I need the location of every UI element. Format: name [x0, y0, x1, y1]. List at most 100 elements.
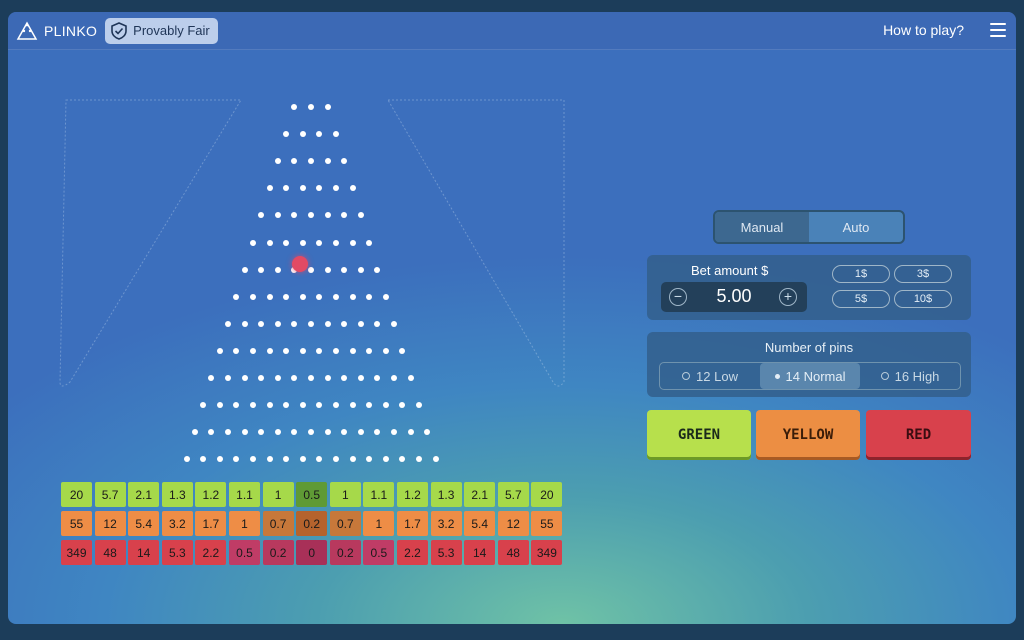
peg	[299, 185, 306, 192]
yellow-multiplier-cell: 1.7	[397, 511, 428, 536]
yellow-multiplier-cell: 0.7	[329, 511, 361, 536]
red-multiplier-cell: 0.5	[363, 540, 395, 565]
peg	[349, 239, 356, 246]
bet-amount-label: Bet amount $	[691, 263, 769, 278]
peg	[299, 456, 306, 463]
peg	[183, 456, 190, 463]
plus-icon[interactable]: +	[779, 288, 797, 306]
peg	[357, 375, 364, 381]
peg	[332, 239, 339, 246]
yellow-multiplier-cell: 55	[531, 511, 563, 536]
chip-10[interactable]: 10$	[894, 290, 952, 308]
peg	[382, 293, 389, 300]
green-multiplier-cell: 1.2	[397, 482, 428, 507]
tab-auto[interactable]: Auto	[809, 212, 903, 242]
red-risk-button[interactable]: RED	[866, 410, 971, 460]
pins-option-label: 12 Low	[696, 368, 738, 384]
peg	[357, 266, 364, 273]
peg	[357, 320, 364, 327]
peg	[316, 293, 323, 300]
peg	[324, 266, 331, 273]
green-risk-button[interactable]: GREEN	[647, 410, 751, 460]
yellow-risk-button[interactable]: YELLOW	[756, 410, 860, 460]
tab-manual[interactable]: Manual	[715, 212, 809, 242]
peg	[366, 347, 373, 354]
yellow-multiplier-cell: 0.7	[262, 511, 294, 536]
peg	[258, 320, 265, 327]
pins-option-16-high[interactable]: 16 High	[860, 363, 960, 389]
peg	[341, 266, 348, 273]
radio-icon	[880, 372, 889, 380]
peg	[299, 239, 306, 246]
peg	[249, 293, 256, 300]
peg	[324, 320, 331, 327]
peg	[249, 402, 256, 409]
peg	[308, 266, 314, 273]
peg	[324, 429, 331, 436]
green-multiplier-cell: 1.1	[229, 482, 260, 507]
yellow-multiplier-cell: 5.4	[128, 511, 160, 536]
pins-option-12-low[interactable]: 12 Low	[660, 363, 760, 389]
red-multiplier-cell: 14	[128, 540, 160, 565]
peg	[241, 320, 248, 327]
peg	[191, 429, 198, 436]
yellow-multiplier-cell: 1	[229, 511, 260, 536]
peg	[415, 402, 422, 409]
peg	[283, 239, 290, 246]
peg	[308, 375, 314, 381]
peg	[432, 456, 439, 463]
red-multiplier-cell: 2.2	[397, 540, 428, 565]
green-multiplier-cell: 5.7	[94, 482, 126, 507]
peg	[366, 293, 373, 300]
peg	[382, 402, 389, 409]
green-multiplier-cell: 1	[262, 482, 294, 507]
peg	[332, 293, 339, 300]
pins-option-14-normal[interactable]: 14 Normal	[760, 363, 860, 389]
peg	[249, 239, 256, 246]
peg	[382, 456, 389, 463]
green-multiplier-cell: 2.1	[464, 482, 496, 507]
green-multiplier-cell: 1.2	[195, 482, 227, 507]
green-multiplier-cell: 5.7	[497, 482, 529, 507]
green-multiplier-cell: 0.5	[296, 482, 328, 507]
peg	[225, 375, 231, 381]
peg	[216, 402, 223, 409]
peg	[241, 375, 248, 381]
green-multiplier-cell: 20	[531, 482, 563, 507]
peg	[299, 347, 306, 354]
pins-option-label: 14 Normal	[785, 368, 846, 384]
bet-amount-field[interactable]: − 5.00 +	[661, 282, 807, 312]
peg	[283, 347, 290, 354]
game-frame: PLINKO Provably Fair How to play? 20 5.7 2…	[8, 12, 1016, 624]
bet-amount-panel: Bet amount $ − 5.00 + 1$ 3$ 5$ 10$	[647, 255, 971, 320]
peg	[266, 239, 273, 246]
chip-3[interactable]: 3$	[894, 265, 952, 283]
peg	[266, 456, 273, 463]
peg	[274, 266, 281, 273]
chip-5[interactable]: 5$	[832, 290, 890, 308]
yellow-multiplier-cell: 1.7	[195, 511, 227, 536]
green-multiplier-cell: 1.3	[430, 482, 462, 507]
peg	[283, 293, 290, 300]
yellow-multiplier-cell: 3.2	[430, 511, 462, 536]
number-of-pins-panel: Number of pins 12 Low 14 Normal 16 High	[647, 332, 971, 397]
peg	[266, 347, 273, 354]
peg	[274, 375, 281, 381]
red-multiplier-cell: 5.3	[430, 540, 462, 565]
peg	[324, 104, 331, 110]
pins-option-label: 16 High	[894, 368, 940, 384]
peg	[241, 266, 248, 273]
green-multiplier-cell: 1.1	[363, 482, 395, 507]
peg	[258, 266, 265, 273]
peg	[308, 320, 314, 327]
peg	[274, 320, 281, 327]
peg	[299, 131, 306, 138]
chip-1[interactable]: 1$	[832, 265, 890, 283]
peg	[324, 375, 331, 381]
peg	[349, 185, 356, 192]
pins-options: 12 Low 14 Normal 16 High	[659, 362, 961, 390]
peg	[341, 320, 348, 327]
peg	[266, 185, 273, 192]
red-multiplier-cell: 14	[464, 540, 496, 565]
red-multiplier-cell: 0	[296, 540, 328, 565]
